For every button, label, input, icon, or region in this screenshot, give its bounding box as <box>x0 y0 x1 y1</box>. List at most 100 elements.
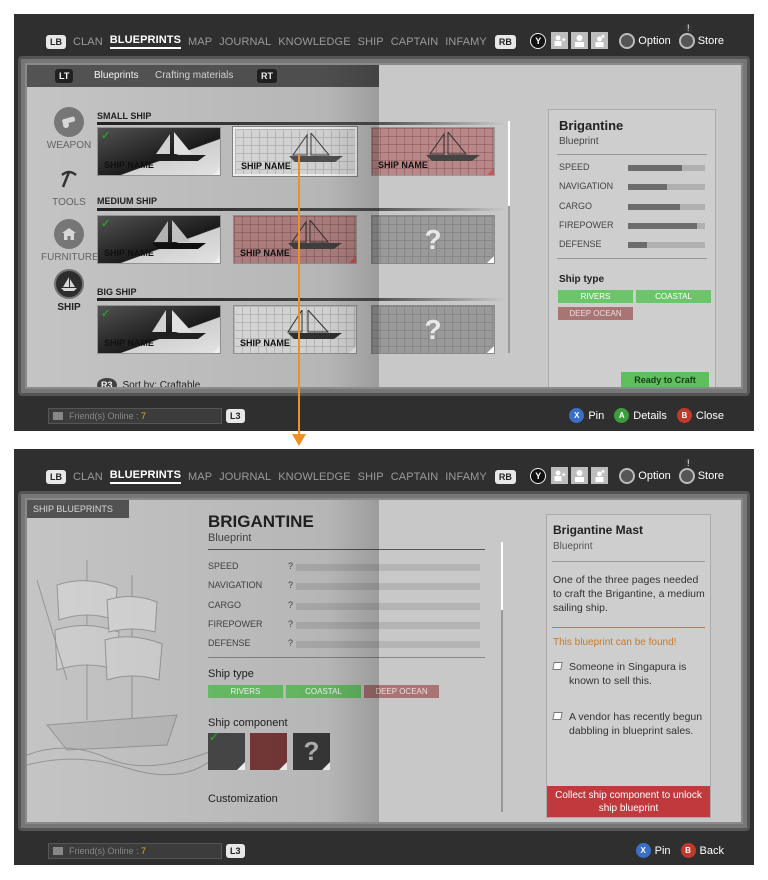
pin-label[interactable]: Pin <box>655 845 671 857</box>
divider <box>552 561 705 562</box>
nav-clan[interactable]: CLAN <box>73 471 103 483</box>
friends-online-field[interactable]: Friend(s) Online : 7 <box>48 843 222 859</box>
profile-icon[interactable] <box>571 32 589 49</box>
category-furniture[interactable]: FURNITURE <box>41 219 99 263</box>
option-label[interactable]: Option <box>638 470 670 482</box>
lb-button[interactable]: LB <box>46 469 66 484</box>
store-button-icon[interactable]: ! <box>678 22 695 49</box>
nav-infamy[interactable]: INFAMY <box>445 471 487 483</box>
add-friend-icon[interactable] <box>551 32 569 49</box>
list-scrollbar[interactable] <box>508 121 510 353</box>
nav-map[interactable]: MAP <box>188 471 212 483</box>
stat-unknown: ? <box>288 580 294 590</box>
b-button-icon[interactable]: B <box>676 408 692 423</box>
y-button[interactable]: Y <box>530 467 547 484</box>
stat-speed: SPEED <box>559 162 709 172</box>
profile-icon[interactable] <box>571 467 589 484</box>
nav-infamy[interactable]: INFAMY <box>445 36 487 48</box>
tab-crafting-materials[interactable]: Crafting materials <box>155 70 233 81</box>
tab-blueprints[interactable]: Blueprints <box>94 70 138 81</box>
category-ship[interactable]: SHIP <box>41 269 97 313</box>
blueprints-list-screen: LB CLAN BLUEPRINTS MAP JOURNAL KNOWLEDGE… <box>14 14 754 431</box>
nav-knowledge[interactable]: KNOWLEDGE <box>278 36 350 48</box>
category-weapon[interactable]: WEAPON <box>41 107 97 151</box>
x-button-icon[interactable]: X <box>569 408 585 423</box>
nav-captain[interactable]: CAPTAIN <box>391 471 439 483</box>
stat-bar <box>296 622 480 629</box>
option-label[interactable]: Option <box>638 35 670 47</box>
bottom-bar: Friend(s) Online : 7 L3 X Pin A Details BC… <box>14 402 754 430</box>
ship-card[interactable]: SHIP NAME <box>233 215 357 264</box>
pin-label[interactable]: Pin <box>588 410 604 422</box>
x-button-icon[interactable]: X <box>635 843 651 858</box>
component-slot-collected[interactable]: ✓ <box>208 730 245 770</box>
friends-online-field[interactable]: Friend(s) Online : 7 <box>48 408 222 424</box>
divider <box>208 657 485 658</box>
ship-card-name: SHIP NAME <box>240 338 290 348</box>
rb-button[interactable]: RB <box>494 469 516 484</box>
nav-knowledge[interactable]: KNOWLEDGE <box>278 471 350 483</box>
rb-button[interactable]: RB <box>494 34 516 49</box>
ship-illustration <box>27 560 209 776</box>
nav-clan[interactable]: CLAN <box>73 36 103 48</box>
nav-ship[interactable]: SHIP <box>358 471 384 483</box>
divider <box>552 627 705 628</box>
close-label[interactable]: Close <box>696 410 724 422</box>
sort-control[interactable]: R3 Sort by: Craftable <box>97 378 200 387</box>
back-label[interactable]: Back <box>700 845 724 857</box>
component-slot-missing[interactable] <box>250 733 287 770</box>
nav-map[interactable]: MAP <box>188 36 212 48</box>
unknown-question-icon: ? <box>424 224 442 255</box>
y-button[interactable]: Y <box>530 32 547 49</box>
nav-captain[interactable]: CAPTAIN <box>391 36 439 48</box>
crew-star-icon[interactable] <box>591 32 609 49</box>
blueprint-detail-card: Brigantine Blueprint SPEED NAVIGATION CA… <box>548 109 716 387</box>
add-friend-icon[interactable] <box>551 467 569 484</box>
hint-text: Someone in Singapura is known to sell th… <box>569 661 687 687</box>
stat-label: SPEED <box>559 162 590 172</box>
store-label[interactable]: Store <box>698 35 724 47</box>
tab-ship-blueprints[interactable]: SHIP BLUEPRINTS <box>27 500 129 518</box>
collect-component-button[interactable]: Collect ship component to unlock ship bl… <box>547 786 710 817</box>
house-icon <box>54 219 84 249</box>
nav-journal[interactable]: JOURNAL <box>219 36 271 48</box>
category-tools[interactable]: TOOLS <box>41 164 97 208</box>
r3-button[interactable]: R3 <box>97 378 117 387</box>
content-frame: LT Blueprints Crafting materials RT WEAP… <box>18 56 750 396</box>
b-button-icon[interactable]: B <box>680 843 696 858</box>
ship-card[interactable]: ✓ SHIP NAME <box>97 305 221 354</box>
ship-card-unknown[interactable]: ? <box>371 215 495 264</box>
nav-journal[interactable]: JOURNAL <box>219 471 271 483</box>
detail-scrollbar[interactable] <box>501 542 503 812</box>
ship-card-name: SHIP NAME <box>104 248 154 258</box>
store-badge: ! <box>683 22 693 33</box>
ship-card[interactable]: ✓ SHIP NAME <box>97 215 221 264</box>
details-label[interactable]: Details <box>633 410 667 422</box>
lt-button[interactable]: LT <box>55 69 74 83</box>
ship-sketch-icon <box>426 132 480 161</box>
rt-button[interactable]: RT <box>257 69 277 83</box>
ship-card[interactable]: SHIP NAME <box>371 127 495 176</box>
l3-button[interactable]: L3 <box>226 844 245 858</box>
ready-to-craft-button[interactable]: Ready to Craft <box>621 372 709 387</box>
option-button-icon[interactable] <box>619 467 636 484</box>
nav-ship[interactable]: SHIP <box>358 36 384 48</box>
component-slot-unknown[interactable]: ? <box>293 733 330 770</box>
nav-blueprints[interactable]: BLUEPRINTS <box>109 469 182 484</box>
friends-label: Friend(s) Online : <box>69 411 142 421</box>
l3-button[interactable]: L3 <box>226 409 245 423</box>
store-button-icon[interactable]: ! <box>678 457 695 484</box>
store-label[interactable]: Store <box>698 470 724 482</box>
ship-card-selected[interactable]: SHIP NAME <box>233 127 357 176</box>
customization-heading[interactable]: Customization <box>208 793 278 805</box>
crew-star-icon[interactable] <box>591 467 609 484</box>
ship-card[interactable]: ✓ SHIP NAME <box>97 127 221 176</box>
stat-unknown: ? <box>288 600 294 610</box>
stat-bar-fill <box>628 223 698 229</box>
ship-card-unknown[interactable]: ? <box>371 305 495 354</box>
ship-card[interactable]: SHIP NAME <box>233 305 357 354</box>
a-button-icon[interactable]: A <box>614 408 630 423</box>
option-button-icon[interactable] <box>619 32 636 49</box>
lb-button[interactable]: LB <box>46 34 66 49</box>
nav-blueprints[interactable]: BLUEPRINTS <box>109 34 182 49</box>
